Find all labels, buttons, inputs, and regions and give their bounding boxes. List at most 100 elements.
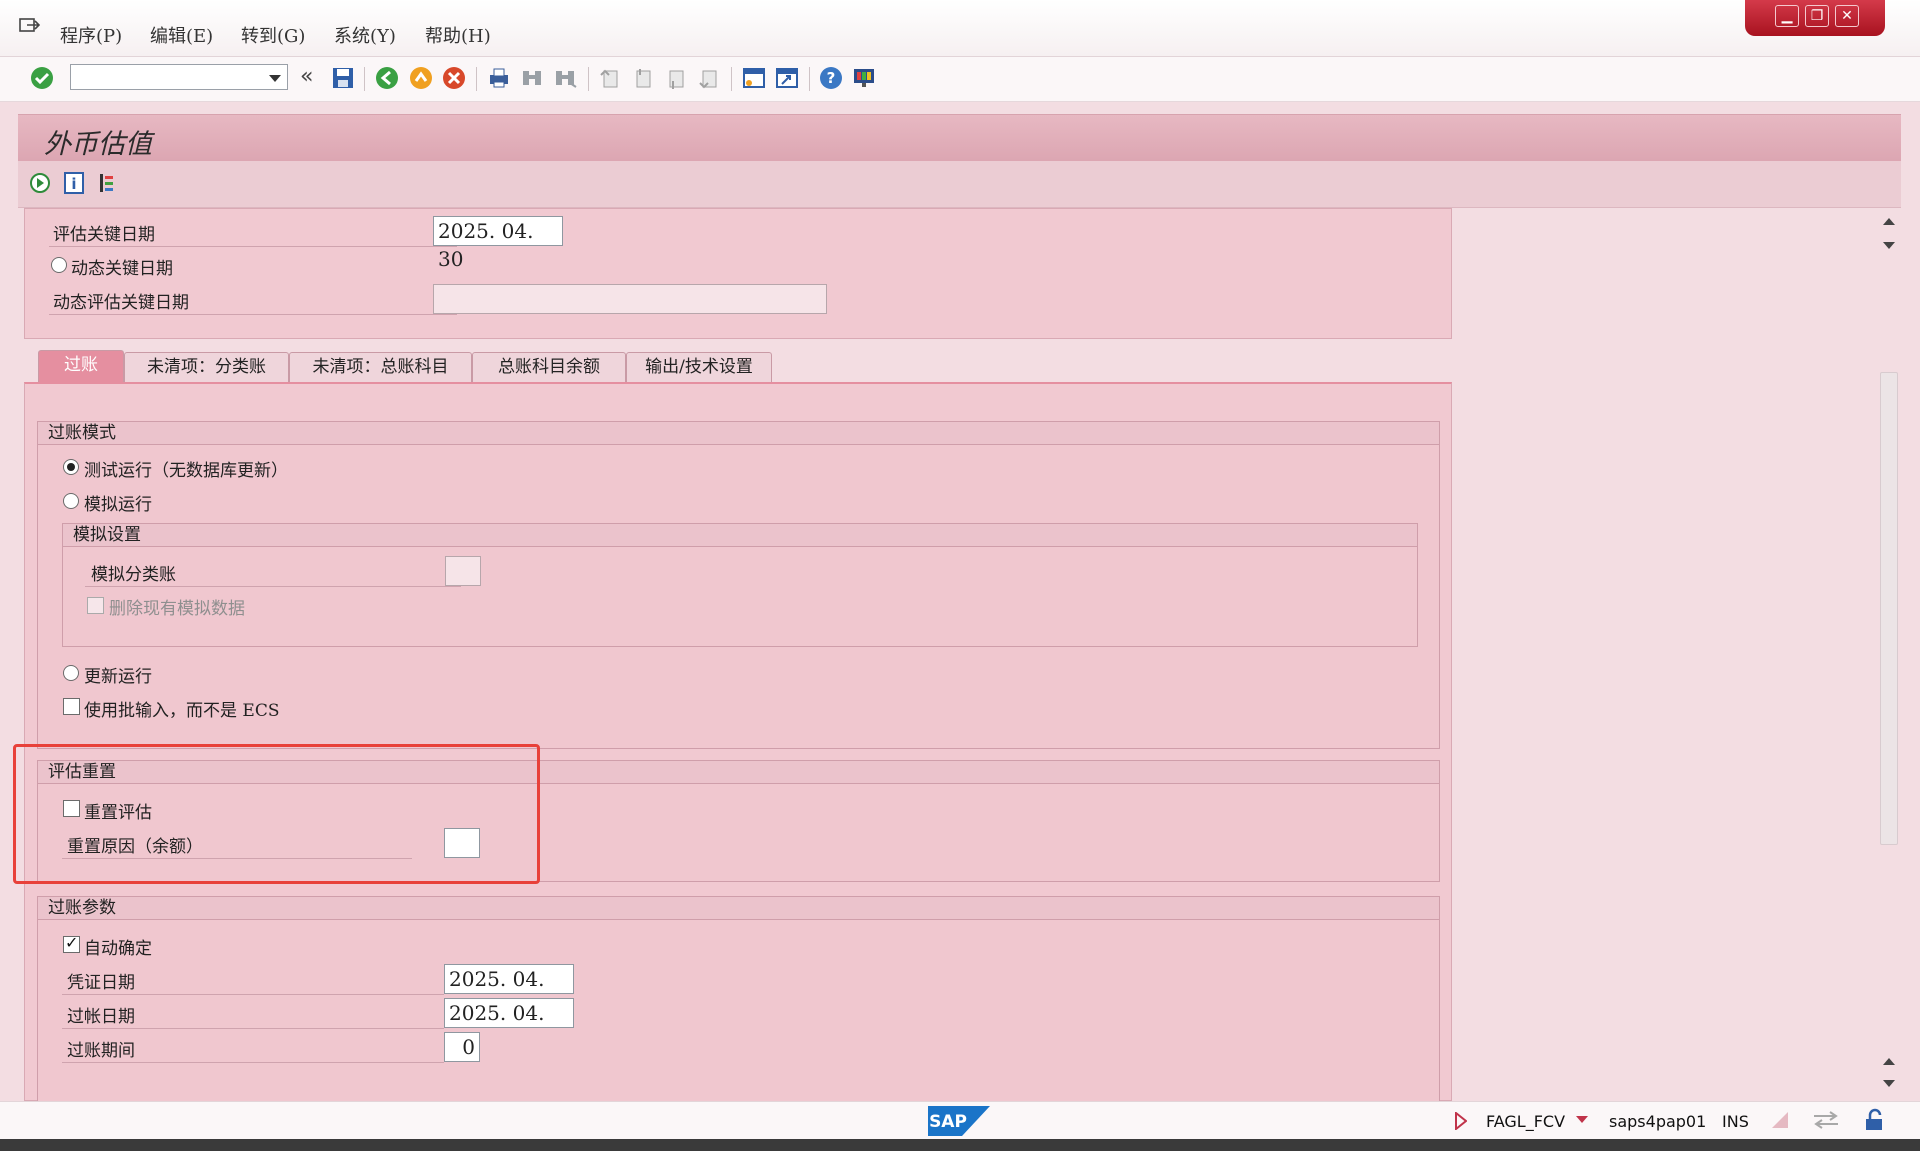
update-run-radio[interactable] [63, 665, 79, 681]
tab-gl-balances[interactable]: 总账科目余额 [472, 352, 626, 382]
menu-bar: 程序(P) 编辑(E) 转到(G) 系统(Y) 帮助(H) ▁ ❐ ✕ [0, 0, 1920, 57]
connection-icon [1814, 1111, 1838, 1129]
batch-input-checkbox[interactable] [63, 698, 80, 715]
toolbar-separator [364, 67, 365, 91]
insert-mode: INS [1722, 1112, 1749, 1131]
last-page-icon[interactable] [696, 65, 722, 91]
app-menu-icon[interactable] [18, 16, 40, 36]
window-controls: ▁ ❐ ✕ [1745, 0, 1885, 36]
find-icon[interactable] [519, 65, 545, 91]
menu-goto[interactable]: 转到(G) [241, 22, 305, 48]
doc-date-input[interactable]: 2025. 04. 30 [444, 964, 574, 1019]
new-session-icon[interactable] [741, 65, 767, 91]
status-play-icon[interactable] [1455, 1112, 1467, 1130]
info-icon[interactable]: i [62, 171, 86, 195]
exit-icon[interactable] [408, 65, 434, 91]
toolbar-separator [731, 67, 732, 91]
auto-confirm-checkbox[interactable] [63, 933, 80, 953]
sap-logo-text: SAP [929, 1112, 967, 1132]
field-underline [62, 1028, 444, 1029]
next-page-icon[interactable] [663, 65, 689, 91]
page-title: 外币估值 [44, 129, 152, 160]
scroll-down-icon[interactable] [1883, 1080, 1895, 1087]
tab-open-items-ledger[interactable]: 未清项：分类账 [124, 352, 289, 382]
delete-sim-data-label: 删除现有模拟数据 [109, 599, 245, 619]
reset-valuation-checkbox[interactable] [63, 800, 80, 817]
tab-open-items-gl[interactable]: 未清项：总账科目 [289, 352, 472, 382]
posting-date-label: 过帐日期 [67, 1007, 135, 1027]
restore-icon[interactable]: ❐ [1805, 5, 1829, 27]
dynamic-eval-date-input [433, 284, 827, 314]
update-run-label: 更新运行 [84, 667, 152, 687]
title-bar: 外币估值 [18, 114, 1901, 161]
dynamic-key-date-radio[interactable] [51, 257, 67, 273]
valuation-reset-header: 评估重置 [37, 760, 1440, 784]
save-icon[interactable] [330, 65, 356, 91]
menu-system[interactable]: 系统(Y) [334, 22, 396, 48]
help-icon[interactable]: ? [818, 65, 844, 91]
toolbar-separator [588, 67, 589, 91]
layout-icon[interactable] [851, 65, 877, 91]
execute-icon[interactable] [28, 171, 52, 195]
dynamic-eval-date-label: 动态评估关键日期 [53, 293, 189, 313]
tab-output-settings[interactable]: 输出/技术设置 [626, 352, 772, 382]
close-icon[interactable]: ✕ [1835, 5, 1859, 27]
field-underline [62, 858, 412, 859]
field-underline [62, 1062, 444, 1063]
command-field[interactable] [70, 64, 288, 90]
sim-ledger-input [445, 556, 481, 586]
chevron-down-icon[interactable] [1576, 1116, 1588, 1123]
minimize-icon[interactable]: ▁ [1775, 5, 1799, 27]
key-date-panel: 评估关键日期 2025. 04. 30 动态关键日期 动态评估关键日期 [24, 208, 1452, 339]
dynamic-key-date-label: 动态关键日期 [71, 259, 173, 279]
taskbar-strip [0, 1139, 1920, 1151]
reset-reason-input[interactable] [444, 828, 480, 858]
scroll-up-icon[interactable] [1883, 218, 1895, 225]
print-icon[interactable] [486, 65, 512, 91]
valuation-reset-group: 重置评估 重置原因（余额） [37, 784, 1440, 882]
posting-mode-group: 测试运行（无数据库更新） 模拟运行 模拟设置 模拟分类账 删除现有模拟数据 更新… [37, 445, 1440, 749]
back-icon[interactable] [374, 65, 400, 91]
auto-confirm-label: 自动确定 [84, 939, 152, 959]
posting-date-input[interactable]: 2025. 04. 30 [444, 998, 574, 1053]
menu-help[interactable]: 帮助(H) [425, 22, 491, 48]
scroll-up-icon[interactable] [1883, 1058, 1895, 1065]
enter-icon[interactable] [29, 65, 55, 91]
posting-params-group: 自动确定 凭证日期 2025. 04. 30 过帐日期 2025. 04. 30… [37, 920, 1440, 1103]
lock-icon[interactable] [1863, 1108, 1885, 1132]
posting-period-input[interactable]: 0 [444, 1032, 480, 1062]
scroll-thumb[interactable] [1880, 372, 1898, 845]
delete-sim-data-checkbox [87, 597, 104, 614]
test-run-label: 测试运行（无数据库更新） [84, 461, 288, 481]
field-underline [62, 994, 444, 995]
server-name: saps4pap01 [1609, 1112, 1707, 1131]
menu-program[interactable]: 程序(P) [60, 22, 122, 48]
tab-posting[interactable]: 过账 [38, 350, 124, 382]
menu-edit[interactable]: 编辑(E) [150, 22, 213, 48]
sap-logo: SAP [928, 1106, 990, 1136]
posting-params-header: 过账参数 [37, 896, 1440, 920]
collapse-command-icon[interactable]: « [300, 65, 326, 91]
test-run-radio[interactable] [63, 459, 79, 475]
doc-date-label: 凭证日期 [67, 973, 135, 993]
reset-valuation-label: 重置评估 [84, 803, 152, 823]
field-underline [49, 246, 457, 247]
batch-input-label: 使用批输入，而不是 ECS [84, 701, 280, 721]
scroll-down-icon[interactable] [1883, 242, 1895, 249]
sim-settings-group: 模拟分类账 删除现有模拟数据 [62, 547, 1418, 647]
simulation-run-radio[interactable] [63, 493, 79, 509]
top-scrollbar[interactable] [1880, 212, 1898, 256]
prev-page-icon[interactable] [630, 65, 656, 91]
main-scrollbar[interactable] [1880, 372, 1898, 1096]
key-date-input[interactable]: 2025. 04. 30 [433, 216, 563, 271]
simulation-run-label: 模拟运行 [84, 495, 152, 515]
variant-icon[interactable] [96, 171, 120, 195]
reset-reason-label: 重置原因（余额） [67, 837, 203, 857]
first-page-icon[interactable] [597, 65, 623, 91]
cancel-icon[interactable] [441, 65, 467, 91]
chevron-down-icon[interactable] [269, 75, 281, 82]
shortcut-icon[interactable] [774, 65, 800, 91]
find-next-icon[interactable] [552, 65, 578, 91]
posting-period-label: 过账期间 [67, 1041, 135, 1061]
sim-settings-header: 模拟设置 [62, 523, 1418, 547]
